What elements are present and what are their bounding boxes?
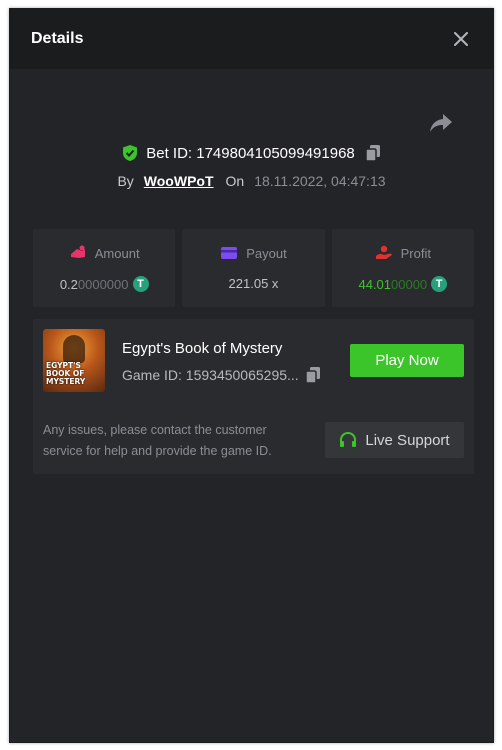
play-now-button[interactable]: Play Now bbox=[350, 344, 464, 377]
profit-icon bbox=[375, 245, 392, 259]
share-button[interactable] bbox=[429, 112, 453, 134]
close-button[interactable] bbox=[451, 29, 471, 49]
amount-icon bbox=[70, 245, 85, 258]
payout-stat: Payout 221.05 x bbox=[182, 229, 325, 307]
profit-value-tail: 00000 bbox=[391, 276, 428, 292]
panel-header: Details bbox=[10, 9, 493, 69]
game-thumbnail[interactable]: EGYPT'S BOOK OF MYSTERY bbox=[43, 329, 105, 392]
tether-icon: T bbox=[431, 276, 448, 292]
live-support-button[interactable]: Live Support bbox=[325, 422, 464, 458]
game-card: EGYPT'S BOOK OF MYSTERY Egypt's Book of … bbox=[33, 319, 474, 474]
live-support-label: Live Support bbox=[365, 431, 450, 449]
thumbnail-figure bbox=[63, 335, 85, 363]
headset-icon bbox=[340, 431, 357, 447]
close-icon bbox=[454, 32, 468, 46]
amount-stat: Amount 0.20000000 T bbox=[33, 229, 176, 307]
bet-meta-row: By WooWPoT On 18.11.2022, 04:47:13 bbox=[10, 173, 493, 189]
share-icon bbox=[430, 114, 452, 132]
amount-value: 0.2 bbox=[59, 276, 78, 292]
profit-stat: Profit 44.0100000 T bbox=[331, 229, 474, 307]
thumbnail-logo: EGYPT'S BOOK OF MYSTERY bbox=[46, 361, 86, 386]
panel-title: Details bbox=[31, 30, 84, 47]
amount-label: Amount bbox=[94, 245, 140, 261]
game-id-row: Game ID: 1593450065295... bbox=[122, 366, 321, 384]
username-link[interactable]: WooWPoT bbox=[144, 173, 214, 189]
by-label: By bbox=[117, 173, 134, 189]
bet-id-row: Bet ID: 1749804105099491968 bbox=[10, 144, 493, 162]
profit-value: 44.01 bbox=[358, 276, 392, 292]
payout-value: 221.05 x bbox=[228, 276, 279, 291]
amount-value-tail: 0000000 bbox=[77, 276, 129, 292]
profit-label: Profit bbox=[400, 245, 431, 261]
stats-row: Amount 0.20000000 T Payout 221.05 x Prof… bbox=[33, 229, 474, 307]
copy-icon[interactable] bbox=[365, 144, 381, 162]
support-help-text: Any issues, please contact the customer … bbox=[43, 423, 272, 458]
bet-id: Bet ID: 1749804105099491968 bbox=[146, 144, 355, 162]
copy-icon[interactable] bbox=[304, 366, 321, 384]
shield-check-icon bbox=[123, 145, 138, 161]
payout-icon bbox=[221, 247, 238, 259]
payout-label: Payout bbox=[246, 245, 287, 261]
tether-icon: T bbox=[132, 276, 149, 292]
bet-timestamp: 18.11.2022, 04:47:13 bbox=[254, 173, 386, 189]
details-panel: Details Bet ID: 1749804105099491968 By W… bbox=[9, 8, 494, 743]
game-title: Egypt's Book of Mystery bbox=[122, 340, 283, 357]
game-id: Game ID: 1593450065295... bbox=[122, 367, 299, 383]
on-label: On bbox=[225, 173, 245, 189]
